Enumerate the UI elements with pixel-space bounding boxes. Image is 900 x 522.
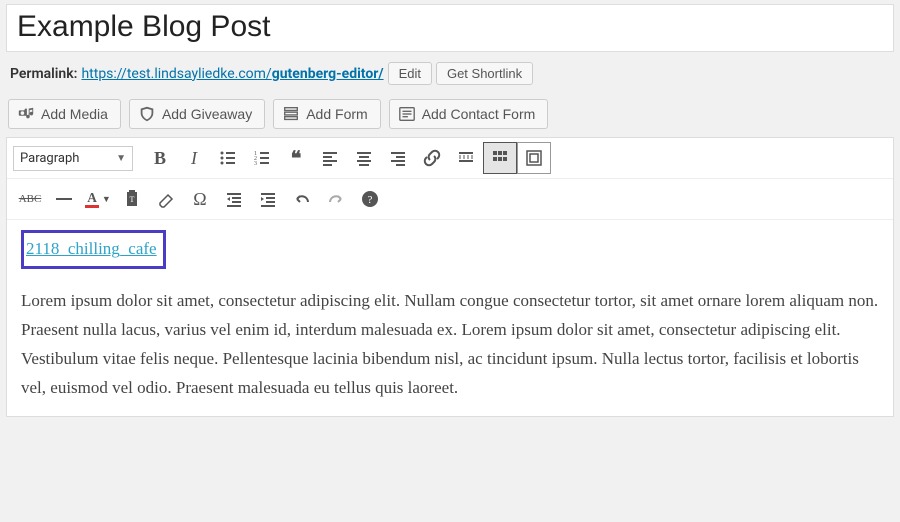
align-left-icon: [320, 148, 340, 168]
special-character-button[interactable]: Ω: [183, 183, 217, 215]
help-button[interactable]: ?: [353, 183, 387, 215]
format-select-value: Paragraph: [20, 151, 79, 166]
italic-button[interactable]: I: [177, 142, 211, 174]
read-more-icon: [456, 148, 476, 168]
add-contact-form-label: Add Contact Form: [422, 106, 536, 122]
insert-more-button[interactable]: [449, 142, 483, 174]
shield-icon: [138, 105, 156, 123]
eraser-icon: [156, 189, 176, 209]
form-icon: [282, 105, 300, 123]
strike-icon: ABC: [19, 193, 42, 205]
kitchen-sink-icon: [490, 148, 510, 168]
add-media-button[interactable]: Add Media: [8, 99, 121, 129]
edit-permalink-button[interactable]: Edit: [388, 62, 432, 85]
editor-container: Paragraph ▼ B I 123 ❝ ABC A▼ T Ω: [6, 137, 894, 417]
add-form-label: Add Form: [306, 106, 367, 122]
indent-button[interactable]: [251, 183, 285, 215]
selected-link-box: 2118_chilling_cafe: [21, 230, 166, 269]
chevron-down-icon: ▼: [116, 153, 126, 164]
text-color-button[interactable]: A▼: [81, 183, 115, 215]
clipboard-icon: T: [122, 189, 142, 209]
link-icon: [422, 148, 442, 168]
get-shortlink-button[interactable]: Get Shortlink: [436, 62, 533, 85]
svg-text:T: T: [130, 195, 135, 204]
post-title-container: [6, 4, 894, 52]
permalink-label: Permalink:: [10, 66, 77, 82]
blockquote-button[interactable]: ❝: [279, 142, 313, 174]
add-media-label: Add Media: [41, 106, 108, 122]
horizontal-rule-button[interactable]: [47, 183, 81, 215]
outdent-icon: [224, 189, 244, 209]
undo-button[interactable]: [285, 183, 319, 215]
distraction-free-icon: [524, 148, 544, 168]
add-form-button[interactable]: Add Form: [273, 99, 380, 129]
align-center-icon: [354, 148, 374, 168]
bold-button[interactable]: B: [143, 142, 177, 174]
permalink-url[interactable]: https://test.lindsayliedke.com/gutenberg…: [81, 66, 383, 82]
align-right-icon: [388, 148, 408, 168]
toolbar-row-2: ABC A▼ T Ω ?: [7, 179, 893, 220]
redo-button[interactable]: [319, 183, 353, 215]
media-button-row: Add Media Add Giveaway Add Form Add Cont…: [8, 99, 894, 129]
post-title-input[interactable]: [17, 8, 883, 46]
align-right-button[interactable]: [381, 142, 415, 174]
body-paragraph: Lorem ipsum dolor sit amet, consectetur …: [21, 287, 879, 403]
help-icon: ?: [360, 189, 380, 209]
indent-icon: [258, 189, 278, 209]
fullscreen-button[interactable]: [517, 142, 551, 174]
undo-icon: [292, 189, 312, 209]
clear-formatting-button[interactable]: [149, 183, 183, 215]
outdent-button[interactable]: [217, 183, 251, 215]
align-center-button[interactable]: [347, 142, 381, 174]
add-giveaway-button[interactable]: Add Giveaway: [129, 99, 265, 129]
redo-icon: [326, 189, 346, 209]
paste-text-button[interactable]: T: [115, 183, 149, 215]
align-left-button[interactable]: [313, 142, 347, 174]
editor-content[interactable]: 2118_chilling_cafe Lorem ipsum dolor sit…: [7, 220, 893, 416]
svg-text:?: ?: [368, 194, 373, 206]
hr-icon: [56, 198, 72, 200]
link-button[interactable]: [415, 142, 449, 174]
ol-icon: 123: [252, 148, 272, 168]
format-select[interactable]: Paragraph ▼: [13, 146, 133, 171]
permalink-slug: gutenberg-editor/: [272, 66, 384, 82]
add-contact-form-button[interactable]: Add Contact Form: [389, 99, 549, 129]
permalink-row: Permalink: https://test.lindsayliedke.co…: [10, 62, 894, 85]
numbered-list-button[interactable]: 123: [245, 142, 279, 174]
svg-text:3: 3: [254, 161, 257, 167]
strikethrough-button[interactable]: ABC: [13, 183, 47, 215]
toolbar-toggle-button[interactable]: [483, 142, 517, 174]
add-giveaway-label: Add Giveaway: [162, 106, 252, 122]
contact-form-icon: [398, 105, 416, 123]
permalink-base: https://test.lindsayliedke.com/: [81, 66, 271, 82]
text-color-icon: A▼: [85, 191, 111, 208]
bullet-list-button[interactable]: [211, 142, 245, 174]
toolbar-row-1: Paragraph ▼ B I 123 ❝: [7, 138, 893, 179]
inserted-link[interactable]: 2118_chilling_cafe: [26, 239, 157, 258]
camera-music-icon: [17, 105, 35, 123]
ul-icon: [218, 148, 238, 168]
